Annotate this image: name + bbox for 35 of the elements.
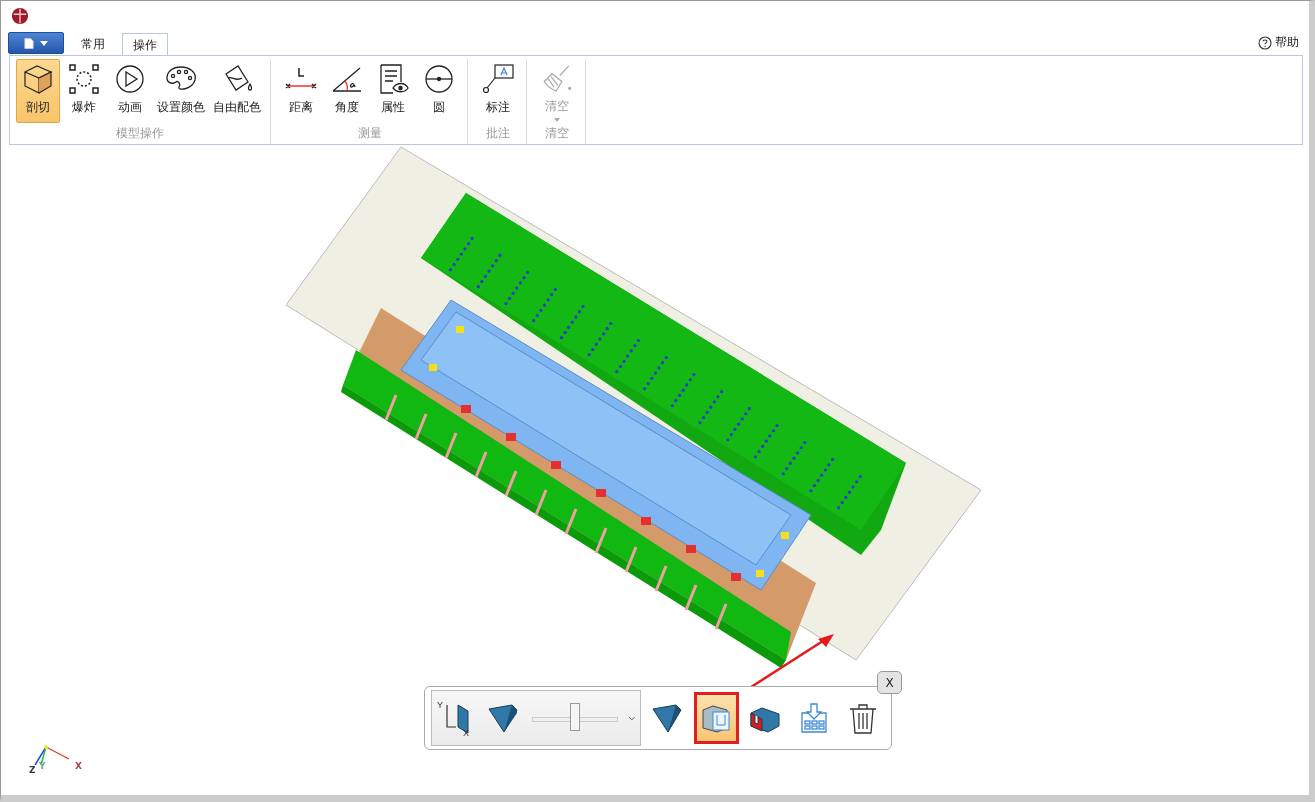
ribbon-distance-button[interactable]: 距离	[279, 59, 323, 123]
app-logo-icon	[11, 7, 29, 25]
dotted-frame-icon	[67, 62, 101, 96]
ribbon-annotate-button[interactable]: 标注	[476, 59, 520, 123]
cutaway-tool-button[interactable]	[693, 692, 739, 744]
callout-icon	[481, 62, 515, 96]
file-menu-button[interactable]	[8, 32, 64, 54]
axis-label: Y	[39, 761, 46, 771]
help-icon	[1258, 35, 1272, 50]
axis-label: X	[75, 761, 82, 771]
ribbon-play-button[interactable]: 动画	[108, 59, 152, 123]
ribbon-tab[interactable]: 常用	[70, 33, 116, 55]
ribbon-tab[interactable]: 操作	[122, 33, 168, 56]
dropdown-caret-icon[interactable]	[628, 715, 636, 721]
ribbon-explode-button[interactable]: 爆炸	[62, 59, 106, 123]
caret-icon	[40, 40, 48, 46]
ribbon-palette-button[interactable]: 设置颜色	[154, 59, 208, 123]
ribbon-properties-button[interactable]: 属性	[371, 59, 415, 123]
axis-label: Z	[29, 765, 36, 775]
section-slider[interactable]	[532, 703, 619, 733]
ribbon-group-label: 测量	[358, 125, 382, 142]
close-button[interactable]: X	[877, 671, 902, 694]
ribbon-angle-button[interactable]: 角度	[325, 59, 369, 123]
circle-icon	[422, 62, 456, 96]
ribbon-group-label: 模型操作	[116, 125, 164, 142]
caret-icon	[554, 118, 560, 122]
ribbon-section-button[interactable]: 剖切	[16, 59, 60, 123]
ribbon-bucket-button[interactable]: 自由配色	[210, 59, 264, 123]
ribbon-circle-button[interactable]: 圆	[417, 59, 461, 123]
help-button[interactable]: 帮助	[1258, 34, 1309, 55]
play-icon	[113, 62, 147, 96]
ribbon-group-label: 清空	[545, 125, 569, 142]
ribbon-group-label: 批注	[486, 125, 510, 142]
document-icon	[24, 36, 34, 50]
section-plane-button[interactable]: Y X	[436, 692, 479, 744]
